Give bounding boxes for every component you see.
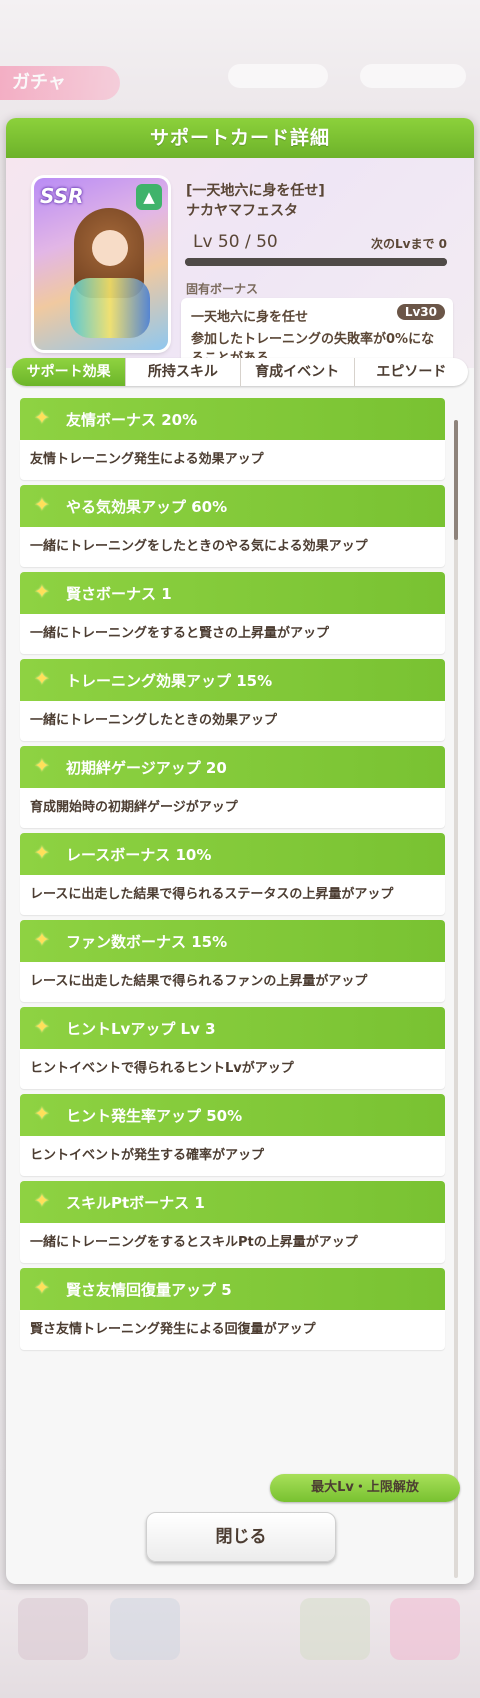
effect-header: ✦ ヒント発生率アップ 50% [20,1094,445,1136]
effect-description: 賢さ友情トレーニング発生による回復量がアップ [20,1310,445,1350]
support-effect-item: ✦ ファン数ボーナス 15% レースに出走した結果で得られるファンの上昇量がアップ [20,920,445,1002]
detail-tabs: サポート効果 所持スキル 育成イベント エピソード [12,358,468,386]
support-effect-item: ✦ やる気効果アップ 60% 一緒にトレーニングをしたときのやる気による効果アップ [20,485,445,567]
scrollbar[interactable] [454,420,458,1578]
tab-support-effect[interactable]: サポート効果 [12,358,127,386]
effect-description: 一緒にトレーニングをするとスキルPtの上昇量がアップ [20,1223,445,1263]
support-effect-item: ✦ 初期絆ゲージアップ 20 育成開始時の初期絆ゲージがアップ [20,746,445,828]
sparkle-icon: ✦ [34,1016,50,1038]
dialog-title: サポートカード詳細 [6,118,474,158]
currency-bar-2 [360,64,466,88]
effect-header: ✦ 賢さボーナス 1 [20,572,445,614]
footer-nav-button [110,1598,180,1660]
support-effect-item: ✦ レースボーナス 10% レースに出走した結果で得られるステータスの上昇量がアップ [20,833,445,915]
effect-header: ✦ レースボーナス 10% [20,833,445,875]
currency-bar [228,64,328,88]
effect-description: 一緒にトレーニングしたときの効果アップ [20,701,445,741]
rarity-badge: SSR [40,184,84,208]
effect-header: ✦ トレーニング効果アップ 15% [20,659,445,701]
max-level-limit-break-button[interactable]: 最大Lv・上限解放 [270,1474,460,1502]
effect-title: 友情ボーナス 20% [66,411,198,429]
sparkle-icon: ✦ [34,929,50,951]
footer-nav-button [18,1598,88,1660]
sparkle-icon: ✦ [34,1190,50,1212]
support-effect-list[interactable]: ✦ 友情ボーナス 20% 友情トレーニング発生による効果アップ ✦ やる気効果アップ 6… [20,398,460,1578]
sparkle-icon: ✦ [34,494,50,516]
effect-description: ヒントイベントが発生する確率がアップ [20,1136,445,1176]
effect-title: トレーニング効果アップ 15% [66,672,273,690]
effect-header: ✦ ヒントLvアップ Lv 3 [20,1007,445,1049]
effect-header: ✦ 初期絆ゲージアップ 20 [20,746,445,788]
effect-header: ✦ 賢さ友情回復量アップ 5 [20,1268,445,1310]
sparkle-icon: ✦ [34,581,50,603]
effect-title: レースボーナス 10% [66,846,212,864]
sparkle-icon: ✦ [34,1277,50,1299]
sparkle-icon: ✦ [34,755,50,777]
unique-bonus-level-badge: Lv30 [396,304,445,320]
effect-description: 一緒にトレーニングをすると賢さの上昇量がアップ [20,614,445,654]
effect-header: ✦ やる気効果アップ 60% [20,485,445,527]
tab-training-events[interactable]: 育成イベント [241,358,355,386]
effect-title: ヒント発生率アップ 50% [66,1107,243,1125]
support-effect-item: ✦ トレーニング効果アップ 15% 一緒にトレーニングしたときの効果アップ [20,659,445,741]
effect-title: やる気効果アップ 60% [66,498,228,516]
effect-description: 友情トレーニング発生による効果アップ [20,440,445,480]
level-progress-bar [185,258,447,266]
effect-header: ✦ 友情ボーナス 20% [20,398,445,440]
effect-title: 賢さボーナス 1 [66,585,172,603]
card-character-name: ナカヤマフェスタ [186,203,298,219]
support-card-image[interactable]: SSR ▲ [34,178,168,350]
footer-nav-button [300,1598,370,1660]
card-art-face [92,230,128,266]
sparkle-icon: ✦ [34,842,50,864]
background-header [0,0,480,120]
close-button[interactable]: 閉じる [146,1512,336,1562]
effect-title: ヒントLvアップ Lv 3 [66,1020,216,1038]
unique-bonus-label: 固有ボーナス [186,282,259,296]
sparkle-icon: ✦ [34,407,50,429]
next-level-text: 次のLvまで 0 [371,237,447,251]
support-effect-item: ✦ ヒントLvアップ Lv 3 ヒントイベントで得られるヒントLvがアップ [20,1007,445,1089]
effect-description: 一緒にトレーニングをしたときのやる気による効果アップ [20,527,445,567]
effect-header: ✦ ファン数ボーナス 15% [20,920,445,962]
effect-title: スキルPtボーナス 1 [66,1194,205,1212]
card-info-panel: SSR ▲ [一天地六に身を任せ] ナカヤマフェスタ Lv 50 / 50 次の… [6,158,474,368]
support-effect-item: ✦ ヒント発生率アップ 50% ヒントイベントが発生する確率がアップ [20,1094,445,1176]
level-box: Lv 50 / 50 次のLvまで 0 [181,228,451,268]
effect-description: ヒントイベントで得られるヒントLvがアップ [20,1049,445,1089]
effect-description: レースに出走した結果で得られるファンの上昇量がアップ [20,962,445,1002]
effect-title: ファン数ボーナス 15% [66,933,228,951]
footer-nav-button [390,1598,460,1660]
mortarboard-icon: ▲ [136,184,162,210]
level-text: Lv 50 / 50 [193,232,278,252]
effect-header: ✦ スキルPtボーナス 1 [20,1181,445,1223]
unique-bonus-name: 一天地六に身を任せ [191,310,309,325]
support-effect-item: ✦ 賢さ友情回復量アップ 5 賢さ友情トレーニング発生による回復量がアップ [20,1268,445,1350]
effect-title: 初期絆ゲージアップ 20 [66,759,227,777]
card-art-body [70,278,150,338]
tab-episode[interactable]: エピソード [355,358,468,386]
tab-skills[interactable]: 所持スキル [126,358,241,386]
sparkle-icon: ✦ [34,1103,50,1125]
effect-title: 賢さ友情回復量アップ 5 [66,1281,232,1299]
sparkle-icon: ✦ [34,668,50,690]
gacha-section-label: ガチャ [0,66,120,100]
scrollbar-thumb[interactable] [454,420,458,540]
level-progress-fill [185,258,447,266]
support-card-detail-dialog: サポートカード詳細 SSR ▲ [一天地六に身を任せ] ナカヤマフェスタ Lv … [6,118,474,1584]
card-title: [一天地六に身を任せ] [186,183,325,199]
effect-description: レースに出走した結果で得られるステータスの上昇量がアップ [20,875,445,915]
support-effect-item: ✦ スキルPtボーナス 1 一緒にトレーニングをするとスキルPtの上昇量がアップ [20,1181,445,1263]
effect-description: 育成開始時の初期絆ゲージがアップ [20,788,445,828]
support-effect-item: ✦ 友情ボーナス 20% 友情トレーニング発生による効果アップ [20,398,445,480]
support-effect-item: ✦ 賢さボーナス 1 一緒にトレーニングをすると賢さの上昇量がアップ [20,572,445,654]
